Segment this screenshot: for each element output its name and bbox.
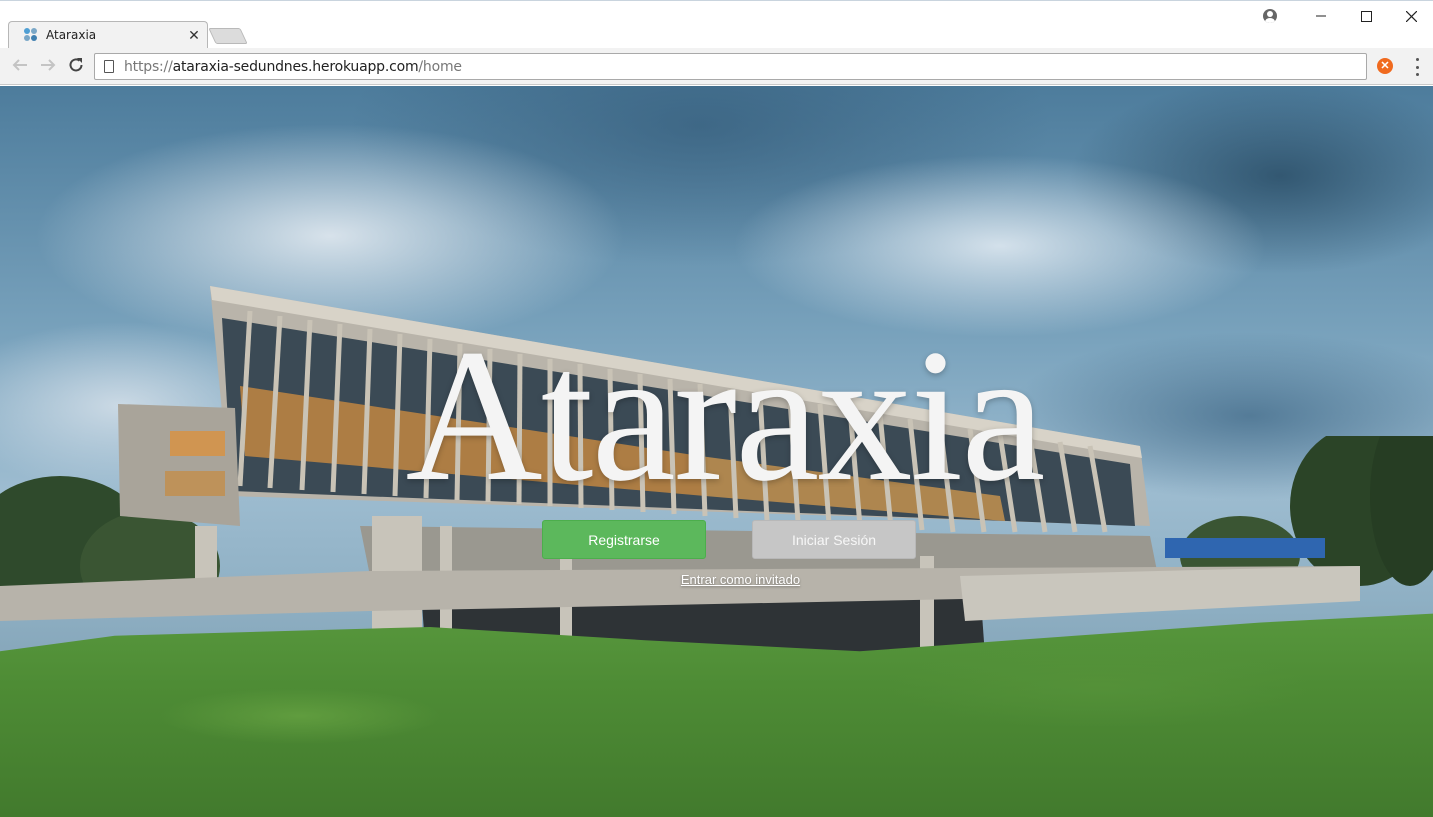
tab-title: Ataraxia — [46, 28, 97, 42]
back-arrow-icon[interactable] — [10, 56, 30, 76]
extension-icon[interactable]: ✕ — [1377, 58, 1393, 74]
maximize-icon[interactable] — [1343, 1, 1389, 31]
page-info-icon[interactable] — [104, 60, 114, 73]
browser-tab[interactable]: Ataraxia ✕ — [16, 21, 206, 49]
browser-toolbar: https://ataraxia-sedundnes.herokuapp.com… — [0, 48, 1433, 85]
forward-arrow-icon[interactable] — [38, 56, 58, 76]
register-button[interactable]: Registrarse — [542, 520, 706, 559]
hero-title: Ataraxia — [405, 311, 1045, 521]
page-viewport: Ataraxia Registrarse Iniciar Sesión Entr… — [0, 86, 1433, 817]
tab-close-icon[interactable]: ✕ — [186, 27, 202, 43]
reload-icon[interactable] — [66, 56, 86, 76]
browser-titlebar: Ataraxia ✕ — [0, 0, 1433, 49]
ataraxia-favicon-icon — [24, 28, 38, 42]
new-tab-button[interactable] — [208, 28, 248, 44]
window-close-icon[interactable] — [1388, 1, 1433, 31]
minimize-icon[interactable] — [1298, 1, 1344, 31]
url-text: https://ataraxia-sedundnes.herokuapp.com… — [124, 58, 462, 75]
account-icon[interactable] — [1263, 9, 1277, 23]
browser-menu-icon[interactable] — [1414, 58, 1420, 76]
login-button[interactable]: Iniciar Sesión — [752, 520, 916, 559]
address-bar[interactable]: https://ataraxia-sedundnes.herokuapp.com… — [94, 53, 1367, 80]
guest-entry-link[interactable]: Entrar como invitado — [0, 572, 1433, 587]
